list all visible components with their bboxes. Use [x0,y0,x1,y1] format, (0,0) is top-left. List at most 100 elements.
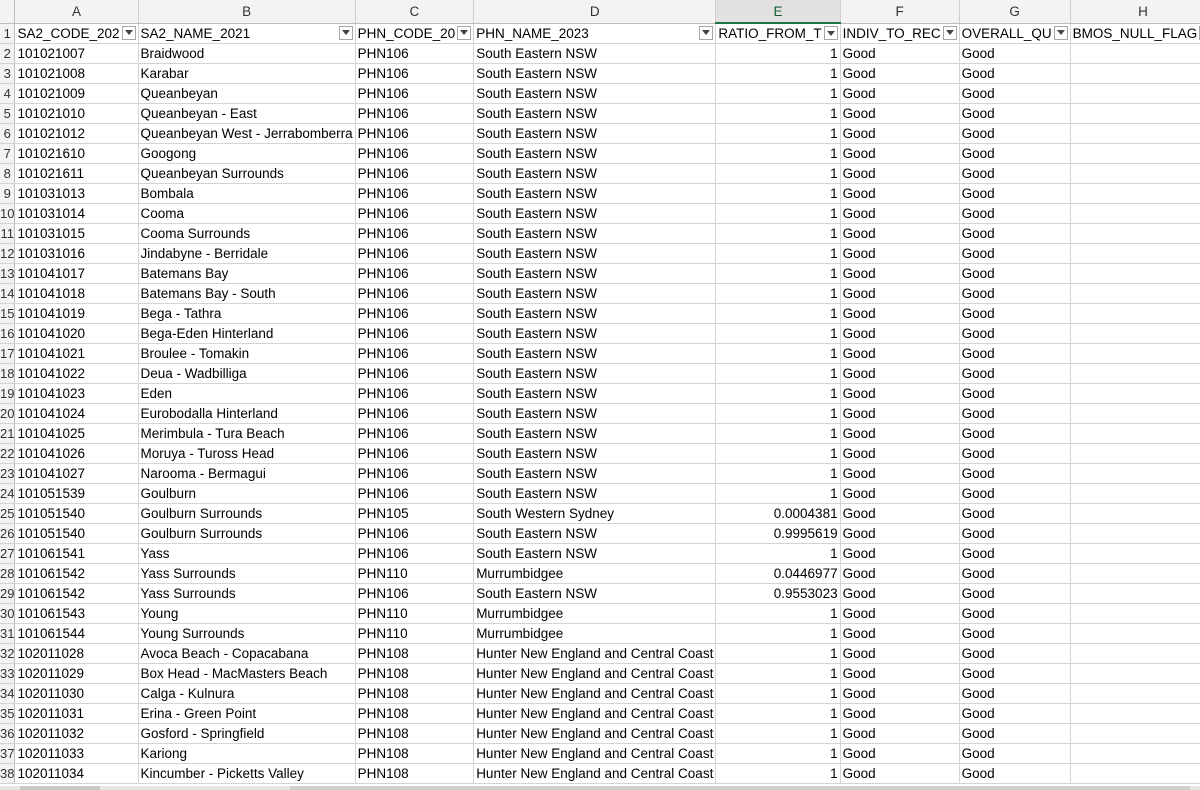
table-cell[interactable]: Avoca Beach - Copacabana [138,643,356,664]
table-cell[interactable]: Good [840,523,960,544]
table-cell[interactable]: South Eastern NSW [473,363,717,384]
table-cell[interactable]: 101041023 [14,383,139,404]
table-cell[interactable]: 0 [1070,723,1200,744]
table-cell[interactable]: 101061543 [14,603,139,624]
table-cell[interactable]: 101031013 [14,183,139,204]
table-cell[interactable]: Good [840,603,960,624]
column-header-b[interactable]: B [138,0,356,24]
table-cell[interactable]: Deua - Wadbilliga [138,363,356,384]
table-cell[interactable]: 0 [1070,263,1200,284]
table-cell[interactable]: South Eastern NSW [473,403,717,424]
table-cell[interactable]: 1 [715,43,841,64]
row-number[interactable]: 36 [0,723,16,744]
filter-dropdown-icon[interactable] [699,25,714,40]
table-cell[interactable]: 1 [715,143,841,164]
table-cell[interactable]: Hunter New England and Central Coast [473,663,717,684]
table-cell[interactable]: 1 [715,243,841,264]
table-cell[interactable]: PHN108 [355,683,475,704]
header-cell[interactable]: SA2_NAME_2021 [138,23,356,44]
table-cell[interactable]: Yass Surrounds [138,563,356,584]
header-cell[interactable]: SA2_CODE_202 [14,23,139,44]
header-cell[interactable]: RATIO_FROM_T [715,23,841,44]
table-cell[interactable]: Queanbeyan West - Jerrabomberra [138,123,356,144]
filter-dropdown-icon[interactable] [457,25,472,40]
table-cell[interactable]: South Eastern NSW [473,463,717,484]
table-cell[interactable]: Good [959,643,1071,664]
table-cell[interactable]: 0 [1070,763,1200,784]
row-number[interactable]: 21 [0,423,16,444]
table-cell[interactable]: 0 [1070,163,1200,184]
table-cell[interactable]: Good [959,543,1071,564]
table-cell[interactable]: 0 [1070,523,1200,544]
table-cell[interactable]: 101041024 [14,403,139,424]
table-cell[interactable]: Good [840,183,960,204]
table-cell[interactable]: 0 [1070,343,1200,364]
row-number[interactable]: 6 [0,123,16,144]
table-cell[interactable]: Braidwood [138,43,356,64]
table-cell[interactable]: Good [840,403,960,424]
table-cell[interactable]: 0.0004381 [715,503,841,524]
table-cell[interactable]: 101061542 [14,563,139,584]
table-cell[interactable]: Good [840,723,960,744]
table-cell[interactable]: Good [959,623,1071,644]
table-cell[interactable]: 1 [715,603,841,624]
table-cell[interactable]: Good [840,623,960,644]
row-number[interactable]: 35 [0,703,16,724]
row-number[interactable]: 30 [0,603,16,624]
table-cell[interactable]: Good [840,123,960,144]
table-cell[interactable]: Good [840,343,960,364]
table-cell[interactable]: Good [840,643,960,664]
table-cell[interactable]: Calga - Kulnura [138,683,356,704]
filter-dropdown-icon[interactable] [338,25,353,40]
table-cell[interactable]: 101041020 [14,323,139,344]
table-cell[interactable]: Good [840,323,960,344]
table-cell[interactable]: Good [840,763,960,784]
table-cell[interactable]: Queanbeyan [138,83,356,104]
row-number[interactable]: 3 [0,63,16,84]
row-number[interactable]: 24 [0,483,16,504]
table-cell[interactable]: 0 [1070,463,1200,484]
table-cell[interactable]: 1 [715,763,841,784]
table-cell[interactable]: 102011030 [14,683,139,704]
table-cell[interactable]: 0 [1070,583,1200,604]
table-cell[interactable]: Good [959,383,1071,404]
row-number[interactable]: 33 [0,663,16,684]
table-cell[interactable]: 102011031 [14,703,139,724]
table-cell[interactable]: South Eastern NSW [473,583,717,604]
table-cell[interactable]: 1 [715,663,841,684]
table-cell[interactable]: Hunter New England and Central Coast [473,703,717,724]
table-cell[interactable]: 0 [1070,63,1200,84]
table-cell[interactable]: 1 [715,363,841,384]
table-cell[interactable]: PHN105 [355,503,475,524]
row-number[interactable]: 16 [0,323,16,344]
row-number[interactable]: 12 [0,243,16,264]
table-cell[interactable]: South Eastern NSW [473,543,717,564]
table-cell[interactable]: Goulburn Surrounds [138,503,356,524]
table-cell[interactable]: 0 [1070,383,1200,404]
table-cell[interactable]: PHN110 [355,623,475,644]
table-cell[interactable]: 0 [1070,123,1200,144]
table-cell[interactable]: 1 [715,703,841,724]
column-header-d[interactable]: D [473,0,717,24]
table-cell[interactable]: Merimbula - Tura Beach [138,423,356,444]
table-cell[interactable]: South Eastern NSW [473,223,717,244]
row-number[interactable]: 26 [0,523,16,544]
table-cell[interactable]: 101041021 [14,343,139,364]
table-cell[interactable]: Good [959,183,1071,204]
table-cell[interactable]: Queanbeyan Surrounds [138,163,356,184]
table-cell[interactable]: Good [840,83,960,104]
row-number[interactable]: 38 [0,763,16,784]
table-cell[interactable]: PHN110 [355,563,475,584]
table-cell[interactable]: PHN106 [355,103,475,124]
table-cell[interactable]: PHN106 [355,243,475,264]
table-cell[interactable]: 1 [715,103,841,124]
table-cell[interactable]: South Eastern NSW [473,163,717,184]
table-cell[interactable]: Good [959,763,1071,784]
table-cell[interactable]: PHN106 [355,163,475,184]
table-cell[interactable]: Good [840,483,960,504]
table-cell[interactable]: 101061542 [14,583,139,604]
table-cell[interactable]: PHN106 [355,83,475,104]
table-cell[interactable]: PHN106 [355,523,475,544]
table-cell[interactable]: 101041018 [14,283,139,304]
table-cell[interactable]: South Eastern NSW [473,523,717,544]
